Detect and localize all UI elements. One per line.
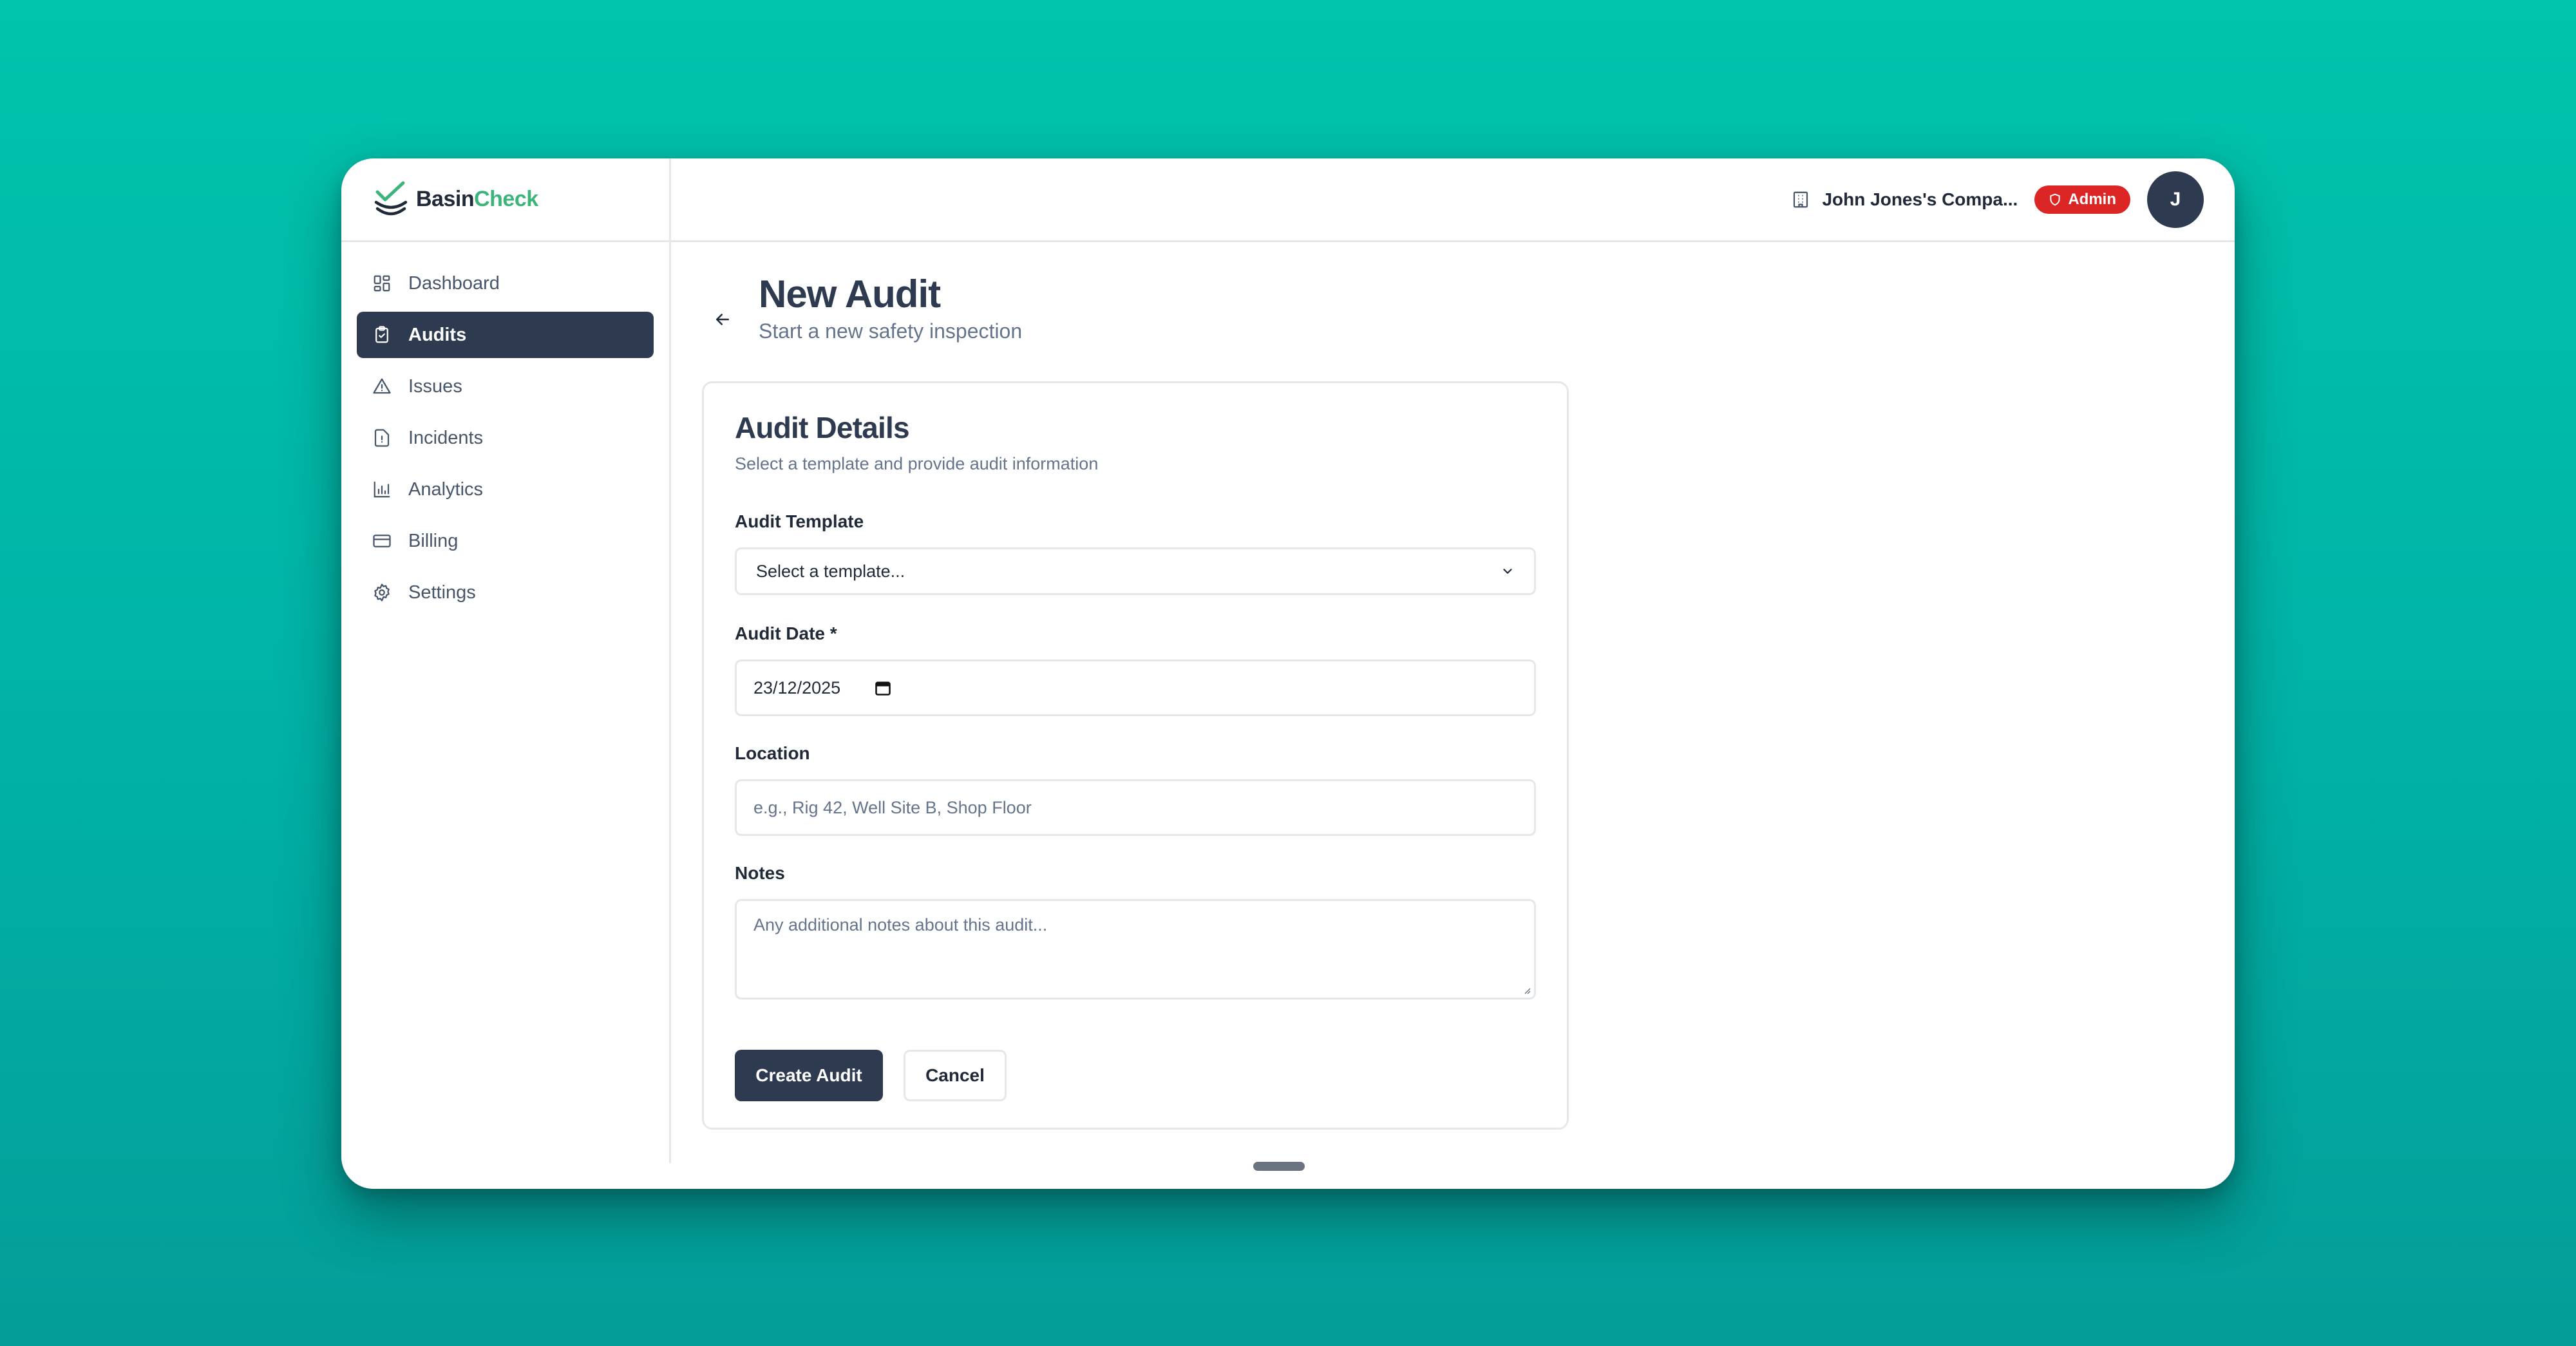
resize-grip-icon[interactable] — [1521, 985, 1531, 995]
audit-date-input[interactable]: 23/12/2025 — [735, 659, 1536, 716]
template-select-value: Select a template... — [756, 561, 905, 581]
brand-name: BasinCheck — [416, 187, 538, 211]
sidebar-item-label: Settings — [408, 582, 476, 603]
sidebar-item-incidents[interactable]: Incidents — [357, 415, 654, 461]
dashboard-icon — [372, 274, 392, 293]
location-placeholder: e.g., Rig 42, Well Site B, Shop Floor — [753, 797, 1032, 817]
create-audit-button[interactable]: Create Audit — [735, 1050, 883, 1101]
company-name: John Jones's Compa... — [1822, 189, 2018, 209]
sidebar-item-analytics[interactable]: Analytics — [357, 466, 654, 513]
sidebar-item-settings[interactable]: Settings — [357, 569, 654, 616]
notes-textarea[interactable]: Any additional notes about this audit... — [735, 899, 1536, 1000]
sidebar-item-label: Dashboard — [408, 272, 500, 294]
brand-logo[interactable]: BasinCheck — [341, 158, 669, 242]
sidebar-item-label: Analytics — [408, 479, 484, 500]
gear-icon — [372, 583, 392, 602]
cancel-button[interactable]: Cancel — [904, 1050, 1007, 1101]
drag-handle[interactable] — [1253, 1162, 1305, 1171]
card-title: Audit Details — [735, 411, 910, 444]
sidebar-item-issues[interactable]: Issues — [357, 363, 654, 410]
credit-card-icon — [372, 531, 392, 551]
role-badge: Admin — [2034, 185, 2130, 214]
audit-details-card: Audit Details Select a template and prov… — [702, 381, 1569, 1130]
page-title: New Audit — [759, 272, 941, 316]
sidebar-item-label: Incidents — [408, 427, 484, 448]
building-icon — [1794, 191, 1808, 207]
page-subtitle: Start a new safety inspection — [759, 319, 1023, 343]
arrow-left-icon — [716, 314, 729, 325]
top-bar: John Jones's Compa... Admin J — [671, 158, 2235, 242]
clipboard-check-icon — [372, 325, 392, 345]
user-avatar[interactable]: J — [2147, 171, 2204, 228]
template-label: Audit Template — [735, 511, 864, 531]
app-window: BasinCheck Dashboard Audits Issues Incid… — [341, 158, 2235, 1189]
sidebar: BasinCheck Dashboard Audits Issues Incid… — [341, 158, 671, 1163]
form-actions: Create Audit Cancel — [735, 1050, 1536, 1101]
template-select[interactable]: Select a template... — [735, 547, 1536, 595]
sidebar-item-label: Billing — [408, 530, 459, 551]
shield-icon — [2050, 193, 2060, 205]
audit-date-value: 23/12/2025 — [753, 678, 841, 697]
company-switcher[interactable]: John Jones's Compa... — [1791, 189, 2018, 210]
sidebar-item-audits[interactable]: Audits — [357, 312, 654, 358]
chevron-down-icon — [1503, 569, 1512, 574]
alert-file-icon — [372, 428, 392, 448]
back-button[interactable] — [703, 300, 742, 339]
sidebar-item-dashboard[interactable]: Dashboard — [357, 260, 654, 307]
warning-triangle-icon — [372, 377, 392, 396]
sidebar-nav: Dashboard Audits Issues Incidents Analyt… — [341, 242, 669, 616]
main-content: New Audit Start a new safety inspection … — [671, 242, 2235, 1163]
basincheck-logo-icon — [374, 181, 408, 215]
notes-placeholder: Any additional notes about this audit... — [753, 915, 1048, 934]
page-header: New Audit Start a new safety inspection — [703, 273, 1022, 343]
sidebar-item-label: Issues — [408, 375, 462, 397]
location-label: Location — [735, 743, 810, 763]
bar-chart-icon — [372, 480, 392, 499]
sidebar-item-billing[interactable]: Billing — [357, 518, 654, 564]
card-subtitle: Select a template and provide audit info… — [735, 454, 1099, 473]
notes-label: Notes — [735, 863, 785, 883]
date-label: Audit Date * — [735, 623, 837, 643]
location-input[interactable]: e.g., Rig 42, Well Site B, Shop Floor — [735, 779, 1536, 836]
sidebar-item-label: Audits — [408, 324, 467, 345]
calendar-icon[interactable] — [874, 679, 892, 697]
